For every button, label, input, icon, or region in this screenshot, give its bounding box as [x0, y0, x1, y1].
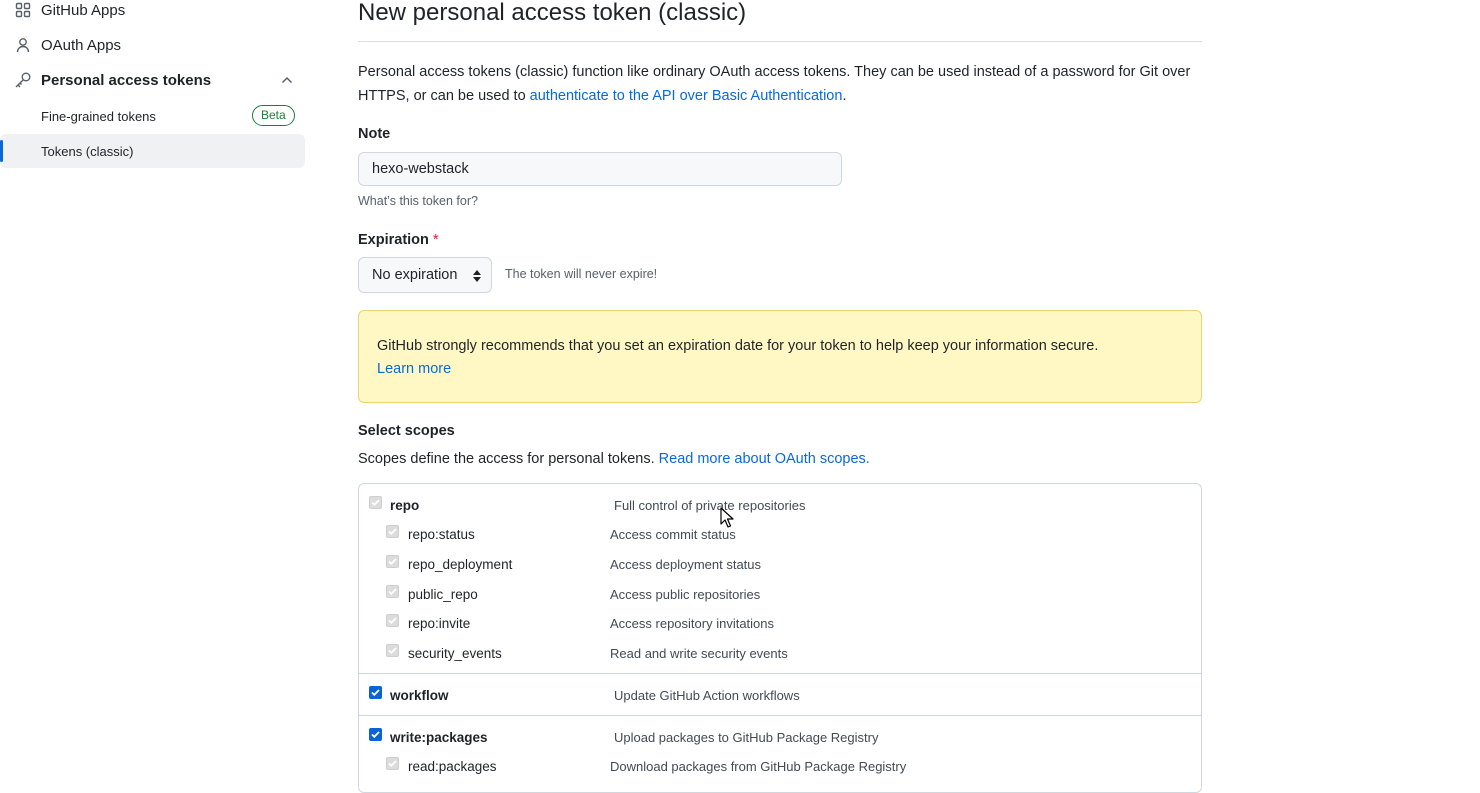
scope-name: write:packages	[390, 730, 488, 745]
scope-name: public_repo	[408, 587, 478, 602]
sidebar-item-label: Fine-grained tokens	[41, 108, 156, 124]
person-icon	[14, 36, 32, 54]
scope-checkbox-repo-deployment[interactable]	[386, 555, 399, 568]
select-scopes-label: Select scopes	[358, 423, 455, 439]
sidebar-item-label: OAuth Apps	[41, 36, 122, 54]
scope-name: workflow	[390, 688, 449, 703]
scope-checkbox-repo-status[interactable]	[386, 525, 399, 538]
scope-description: Download packages from GitHub Package Re…	[610, 759, 907, 774]
scope-checkbox-workflow[interactable]	[369, 686, 382, 699]
expiration-warning: GitHub strongly recommends that you set …	[358, 310, 1202, 403]
sidebar-item-personal-access-tokens[interactable]: Personal access tokens	[0, 63, 306, 97]
scope-description: Access deployment status	[610, 557, 762, 572]
scope-checkbox-security-events[interactable]	[386, 644, 399, 657]
apps-grid-icon	[14, 1, 32, 19]
note-hint: What’s this token for?	[358, 194, 478, 208]
scope-name: repo	[390, 498, 420, 513]
scope-name: repo:invite	[408, 616, 471, 631]
sidebar-item-oauth-apps[interactable]: OAuth Apps	[0, 28, 306, 62]
scope-checkbox-read-packages[interactable]	[386, 757, 399, 770]
mouse-cursor-icon	[720, 507, 734, 528]
expiration-select[interactable]: No expiration	[358, 257, 492, 293]
key-icon	[14, 71, 32, 89]
required-mark: *	[432, 232, 439, 248]
scope-description: Full control of private repositories	[614, 498, 806, 513]
page-description: Personal access tokens (classic) functio…	[358, 60, 1202, 108]
title-divider	[358, 41, 1202, 42]
scope-description: Access public repositories	[610, 587, 761, 602]
scopes-list: repo Full control of private repositorie…	[358, 483, 1202, 793]
scope-checkbox-write-packages[interactable]	[369, 728, 382, 741]
scope-checkbox-repo[interactable]	[369, 496, 382, 509]
scope-checkbox-public-repo[interactable]	[386, 585, 399, 598]
scope-name: read:packages	[408, 759, 497, 774]
active-indicator	[0, 140, 3, 162]
expiration-note: The token will never expire!	[505, 267, 658, 281]
select-arrows-icon	[472, 268, 482, 284]
expiration-label: Expiration *	[358, 232, 439, 248]
scope-checkbox-repo-invite[interactable]	[386, 614, 399, 627]
learn-more-link[interactable]: Learn more	[377, 361, 451, 377]
expiration-selected-value: No expiration	[372, 267, 458, 283]
warning-text: GitHub strongly recommends that you set …	[377, 338, 1099, 354]
sidebar-item-tokens-classic[interactable]: Tokens (classic)	[0, 134, 305, 168]
description-suffix: .	[842, 88, 847, 104]
sidebar-item-fine-grained-tokens[interactable]: Fine-grained tokens Beta	[0, 99, 305, 133]
chevron-up-icon[interactable]	[279, 72, 295, 88]
note-label: Note	[358, 126, 391, 142]
scope-description: Read and write security events	[610, 646, 788, 661]
basic-auth-link[interactable]: authenticate to the API over Basic Authe…	[530, 88, 843, 104]
scope-description: Update GitHub Action workflows	[614, 688, 800, 703]
sidebar-item-label: Personal access tokens	[41, 71, 212, 89]
scope-name: repo_deployment	[408, 557, 513, 572]
sidebar-item-label: GitHub Apps	[41, 1, 126, 19]
sidebar-item-github-apps[interactable]: GitHub Apps	[0, 0, 306, 27]
scope-description: Upload packages to GitHub Package Regist…	[614, 730, 879, 745]
scope-name: security_events	[408, 646, 502, 661]
scopes-description-text: Scopes define the access for personal to…	[358, 451, 655, 467]
scope-description: Access repository invitations	[610, 616, 775, 631]
beta-badge: Beta	[252, 105, 295, 126]
page-title: New personal access token (classic)	[358, 0, 747, 26]
scope-name: repo:status	[408, 527, 475, 542]
sidebar-item-label: Tokens (classic)	[41, 143, 134, 159]
scopes-description: Scopes define the access for personal to…	[358, 451, 870, 467]
scope-description: Access commit status	[610, 527, 736, 542]
scope-divider	[359, 673, 1201, 674]
expiration-label-text: Expiration	[358, 232, 429, 248]
scope-divider	[359, 715, 1201, 716]
note-input[interactable]	[358, 152, 842, 186]
oauth-scopes-link[interactable]: Read more about OAuth scopes.	[659, 451, 870, 467]
